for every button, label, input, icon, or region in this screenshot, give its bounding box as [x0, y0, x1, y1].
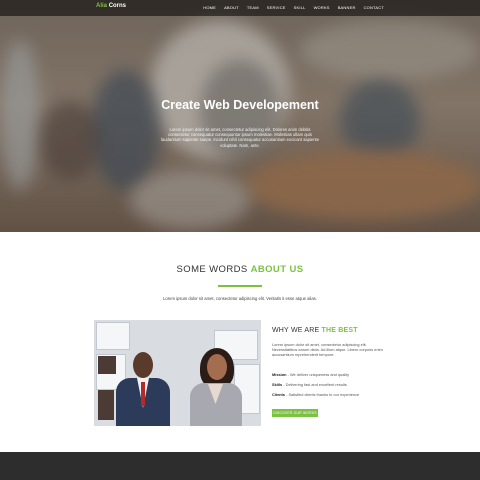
- why-item-clients: Clients - Satisfied clients thanks to ou…: [272, 392, 359, 397]
- about-divider: [218, 285, 262, 287]
- nav-banner[interactable]: BANNER: [338, 5, 356, 10]
- hero-section: Create Web Developement Lorem ipsum dolo…: [0, 0, 480, 232]
- nav-works[interactable]: WORKS: [314, 5, 330, 10]
- about-title-highlight: ABOUT US: [250, 264, 304, 275]
- footer-bar: [0, 452, 480, 480]
- nav-skill[interactable]: SKILL: [294, 5, 306, 10]
- hero-overlay: [0, 0, 480, 232]
- about-subtitle: Lorem ipsum dolor sit amet, consectetur …: [163, 296, 317, 301]
- about-title: SOME WORDS ABOUT US: [0, 264, 480, 275]
- poster: [98, 356, 116, 374]
- brand-logo[interactable]: Alia Corns: [96, 3, 126, 9]
- why-item-text: - Satisfied clients thanks to our experi…: [284, 392, 360, 397]
- hero-description: Lorem ipsum dolor sit amet, consectetur …: [160, 127, 320, 148]
- top-navbar: Alia Corns HOME ABOUT TEAM SERVICE SKILL…: [0, 0, 480, 16]
- why-item-mission: Mission - We deliver uniqueness and qual…: [272, 372, 349, 377]
- poster: [98, 390, 114, 420]
- why-item-text: - We deliver uniqueness and quality: [286, 372, 350, 377]
- woman-head: [207, 354, 227, 380]
- why-item-label: Skills: [272, 382, 283, 387]
- nav-menu: HOME ABOUT TEAM SERVICE SKILL WORKS BANN…: [203, 5, 384, 10]
- nav-home[interactable]: HOME: [203, 5, 216, 10]
- why-item-text: - Delivering fast and excellent results: [282, 382, 347, 387]
- why-item-label: Mission: [272, 372, 287, 377]
- man-head: [133, 352, 153, 378]
- nav-team[interactable]: TEAM: [247, 5, 259, 10]
- nav-service[interactable]: SERVICE: [267, 5, 286, 10]
- why-item-label: Clients: [272, 392, 285, 397]
- brand-accent: Corns: [108, 3, 127, 9]
- man-tie: [141, 382, 145, 406]
- why-description: Lorem ipsum dolor sit amet, consectetur …: [272, 342, 383, 357]
- why-title-plain: WHY WE ARE: [272, 327, 322, 334]
- brand-name: Alia: [96, 3, 108, 9]
- why-item-skills: Skills - Delivering fast and excellent r…: [272, 382, 347, 387]
- nav-about[interactable]: ABOUT: [224, 5, 239, 10]
- about-photo: [94, 320, 261, 426]
- why-title-highlight: THE BEST: [321, 327, 358, 334]
- discover-works-button[interactable]: DISCOVER OUR WORKS: [272, 409, 318, 417]
- nav-contact[interactable]: CONTACT: [364, 5, 384, 10]
- window-pane: [96, 322, 130, 350]
- hero-title: Create Web Developement: [161, 98, 319, 112]
- about-title-plain: SOME WORDS: [176, 264, 251, 275]
- why-title: WHY WE ARE THE BEST: [272, 327, 358, 334]
